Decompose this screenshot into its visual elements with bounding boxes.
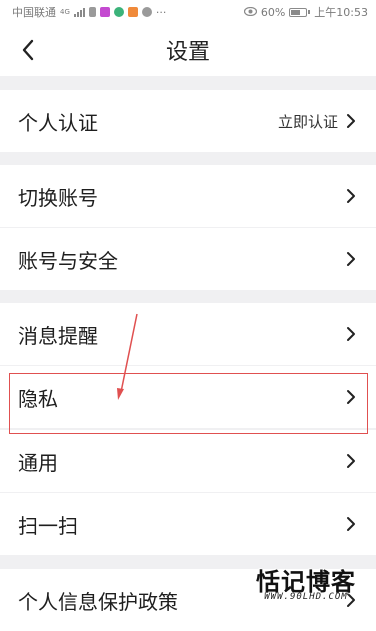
clock: 上午10:53	[314, 6, 368, 19]
nav-header: 设置	[0, 24, 376, 76]
eye-icon	[243, 6, 257, 19]
carrier-name: 中国联通	[12, 6, 56, 19]
settings-row-scan[interactable]: 扫一扫	[0, 493, 376, 555]
back-button[interactable]	[14, 36, 42, 64]
row-label: 个人认证	[18, 110, 98, 135]
chevron-right-icon	[347, 517, 355, 531]
row-label: 扫一扫	[18, 513, 78, 538]
chevron-right-icon	[347, 390, 355, 404]
chevron-right-icon	[347, 454, 355, 468]
row-right: 立即认证	[278, 111, 356, 132]
row-label: 通用	[18, 450, 58, 475]
chevron-right-icon	[347, 252, 355, 266]
app-notification-icon	[127, 7, 138, 17]
settings-row-general[interactable]: 通用	[0, 430, 376, 492]
battery-icon	[289, 7, 311, 17]
page-title: 设置	[165, 40, 210, 65]
signal-icon	[73, 7, 85, 17]
status-right: 60% 上午10:53	[243, 4, 368, 20]
network-type: 4G	[60, 8, 70, 16]
chevron-right-icon	[347, 593, 355, 607]
row-label: 消息提醒	[18, 323, 98, 348]
settings-row-switch-account[interactable]: 切换账号	[0, 165, 376, 227]
more-dots-icon: ···	[155, 5, 167, 19]
chat-bubble-icon	[141, 7, 152, 17]
row-label: 切换账号	[18, 185, 98, 210]
status-left: 中国联通 4G ···	[12, 4, 166, 20]
status-bar: 中国联通 4G ··· 60% 上午10:53	[0, 0, 376, 24]
verify-now-link[interactable]: 立即认证	[278, 111, 338, 132]
chevron-right-icon	[347, 189, 355, 203]
settings-row-account-security[interactable]: 账号与安全	[0, 228, 376, 290]
settings-row-identity-verification[interactable]: 个人认证 立即认证	[0, 90, 376, 152]
row-label: 账号与安全	[18, 248, 118, 273]
back-chevron-icon	[22, 39, 34, 61]
battery-percent: 60%	[260, 5, 286, 19]
settings-row-notifications[interactable]: 消息提醒	[0, 303, 376, 365]
row-label: 个人信息保护政策	[18, 589, 178, 614]
settings-row-privacy-policy[interactable]: 个人信息保护政策	[0, 569, 376, 631]
chevron-right-icon	[347, 327, 355, 341]
settings-row-privacy[interactable]: 隐私	[0, 366, 376, 428]
hourglass-icon	[88, 7, 96, 17]
app-notification-icon	[99, 7, 110, 17]
app-notification-icon	[113, 7, 124, 17]
chevron-right-icon	[347, 114, 355, 128]
row-label: 隐私	[18, 386, 58, 411]
